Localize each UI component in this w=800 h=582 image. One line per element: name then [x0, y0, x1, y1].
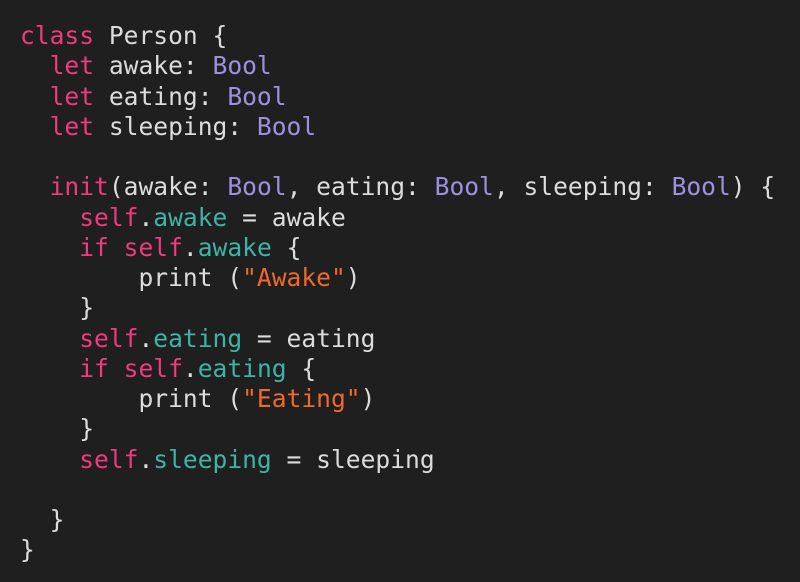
code-keyword: if [79, 353, 109, 383]
code-text: . [138, 323, 154, 353]
code-keyword: self [79, 323, 139, 353]
code-string: "Eating" [242, 384, 361, 413]
code-type: Bool [227, 172, 287, 202]
code-keyword: class [20, 21, 95, 50]
code-type: Bool [671, 172, 731, 202]
code-text: } [20, 293, 95, 323]
code-property: eating [197, 353, 287, 383]
code-text: = awake [227, 202, 346, 232]
code-keyword: if [79, 232, 109, 262]
code-line: } [20, 414, 800, 444]
code-property: awake [197, 232, 272, 262]
code-text: (awake: [108, 172, 228, 202]
code-text: sleeping: [94, 111, 257, 141]
code-text: { [271, 232, 302, 262]
code-keyword: self [79, 202, 139, 232]
code-keyword: let [49, 81, 95, 111]
code-line: self.eating = eating [20, 324, 800, 354]
code-text: eating: [94, 81, 228, 111]
code-keyword: self [123, 232, 183, 262]
code-text: , sleeping: [493, 172, 672, 202]
code-keyword: self [123, 353, 183, 383]
code-text: Person { [94, 21, 228, 50]
code-line: init(awake: Bool, eating: Bool, sleeping… [20, 172, 800, 202]
code-line: self.sleeping = sleeping [20, 445, 800, 475]
code-line: let sleeping: Bool [20, 112, 800, 142]
code-text: print ( [20, 384, 243, 413]
code-line: if self.awake { [20, 233, 800, 263]
code-line: } [20, 535, 800, 565]
code-text: . [138, 202, 154, 232]
code-text: print ( [20, 263, 243, 292]
code-line: print ("Eating") [20, 384, 800, 414]
code-type: Bool [434, 172, 494, 202]
code-text: . [182, 353, 198, 383]
code-text: . [138, 444, 154, 474]
code-keyword: let [49, 111, 95, 141]
code-text: = eating [242, 323, 376, 353]
code-editor[interactable]: class Person { let awake: Bool let eatin… [0, 0, 800, 582]
code-text: ) [360, 384, 376, 413]
code-type: Bool [227, 81, 287, 111]
code-keyword: self [79, 444, 139, 474]
code-line: print ("Awake") [20, 263, 800, 293]
code-type: Bool [212, 51, 272, 81]
code-text: { [286, 353, 317, 383]
code-property: eating [153, 323, 243, 353]
code-type: Bool [256, 111, 317, 141]
code-text: ) [345, 263, 361, 292]
code-line: let eating: Bool [20, 82, 800, 112]
code-line: } [20, 293, 800, 323]
code-line: let awake: Bool [20, 51, 800, 81]
code-text: , eating: [286, 172, 435, 202]
code-text: . [182, 232, 198, 262]
code-line: if self.eating { [20, 354, 800, 384]
code-property: awake [153, 202, 228, 232]
code-line: } [20, 505, 800, 535]
code-string: "Awake" [242, 263, 346, 292]
code-text: ) { [730, 172, 776, 202]
code-text: } [20, 414, 95, 444]
code-text: } [20, 505, 65, 534]
code-keyword: init [49, 172, 109, 202]
code-text: } [20, 535, 35, 565]
code-keyword: let [49, 51, 95, 81]
code-text: = sleeping [271, 444, 435, 474]
code-text: awake: [94, 51, 213, 81]
code-line: class Person { [20, 21, 800, 51]
code-line: self.awake = awake [20, 203, 800, 233]
code-property: sleeping [153, 444, 272, 474]
